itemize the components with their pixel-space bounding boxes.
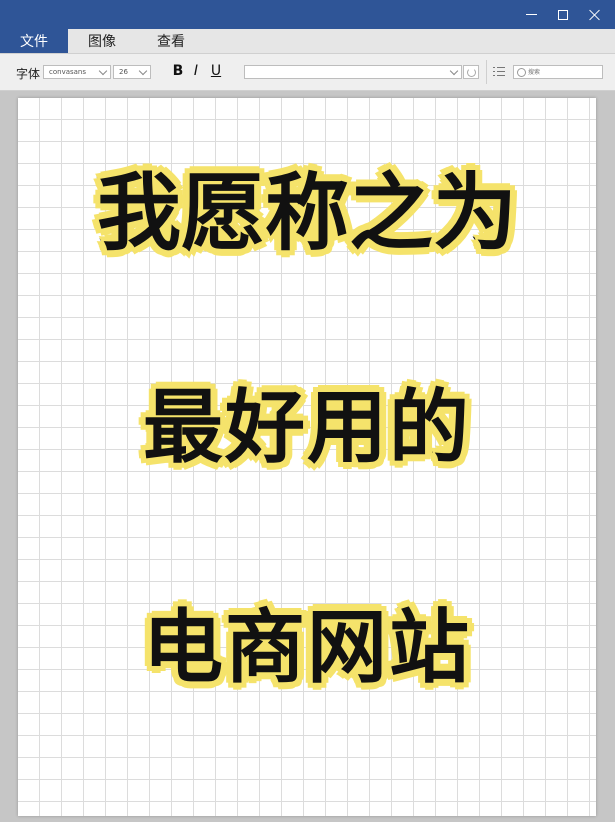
search-box [513, 65, 603, 79]
headline-line-1[interactable]: 我愿称之为 [18, 166, 596, 261]
canvas-workspace: 我愿称之为 最好用的 电商网站 [0, 91, 615, 822]
canvas-page[interactable]: 我愿称之为 最好用的 电商网站 [18, 98, 596, 816]
font-size-value: 26 [119, 68, 128, 76]
format-toolbar: 字体 convasans 26 B I U [0, 54, 615, 91]
maximize-button[interactable] [546, 0, 580, 29]
maximize-icon [558, 9, 568, 20]
underline-button[interactable]: U [209, 62, 223, 80]
font-family-select[interactable]: convasans [43, 65, 111, 79]
menu-image[interactable]: 图像 [68, 29, 136, 53]
chevron-down-icon [98, 66, 108, 76]
font-family-value: convasans [49, 68, 87, 76]
headline-line-3[interactable]: 电商网站 [18, 600, 596, 695]
menu-bar: 文件 图像 查看 [0, 29, 615, 54]
chevron-down-icon [449, 66, 459, 76]
refresh-icon [467, 68, 476, 77]
font-size-select[interactable]: 26 [113, 65, 151, 79]
title-bar[interactable] [0, 0, 615, 29]
app-window: 文件 图像 查看 字体 convasans 26 B I U 搜索 我愿称之为 … [0, 0, 615, 822]
search-icon [517, 68, 526, 77]
font-label: 字体 [16, 67, 41, 81]
headline-line-2[interactable]: 最好用的 [18, 380, 596, 475]
minimize-icon [525, 14, 537, 15]
menu-view[interactable]: 查看 [136, 29, 206, 53]
close-button[interactable] [578, 0, 612, 29]
refresh-button[interactable] [463, 65, 479, 79]
bold-button[interactable]: B [172, 62, 184, 80]
chevron-down-icon [138, 66, 148, 76]
minimize-button[interactable] [514, 0, 548, 29]
menu-file[interactable]: 文件 [0, 29, 68, 53]
list-icon[interactable] [493, 66, 505, 78]
search-input[interactable] [528, 67, 598, 77]
italic-button[interactable]: I [191, 62, 201, 80]
style-select[interactable] [244, 65, 462, 79]
toolbar-divider [486, 60, 487, 84]
close-icon [589, 9, 601, 21]
